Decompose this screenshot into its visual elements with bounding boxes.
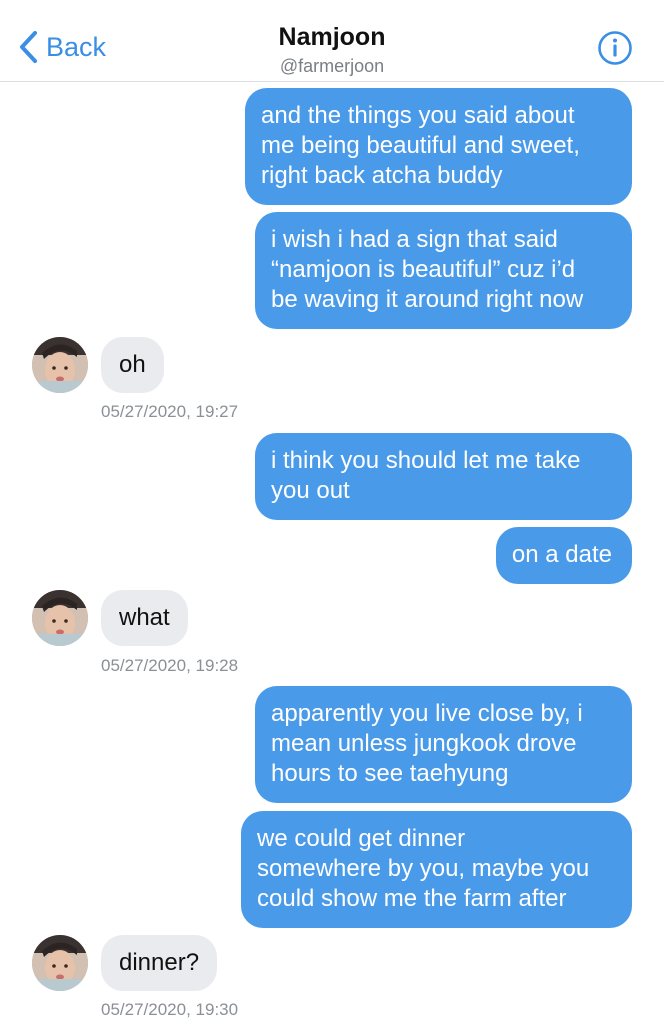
avatar-photo-icon [32, 590, 88, 646]
incoming-message[interactable]: what [101, 590, 188, 646]
message-timestamp: 05/27/2020, 19:27 [101, 402, 239, 421]
outgoing-message[interactable]: we could get dinner somewhere by you, ma… [241, 811, 632, 928]
outgoing-message[interactable]: on a date [495, 527, 632, 584]
message-timestamp: 05/27/2020, 19:30 [101, 1000, 239, 1019]
message-timestamp: 05/27/2020, 19:28 [101, 656, 239, 675]
contact-name: Namjoon [278, 23, 386, 51]
outgoing-message[interactable]: and the things you said about me being b… [245, 88, 632, 205]
outgoing-message[interactable]: apparently you live close by, i mean unl… [255, 686, 632, 803]
incoming-message[interactable]: oh [101, 337, 164, 393]
message-list[interactable]: and the things you said about me being b… [0, 82, 664, 1024]
avatar-photo-icon [32, 935, 88, 991]
conversation-title-block[interactable]: Namjoon @farmerjoon [0, 22, 664, 78]
avatar-photo-icon [32, 337, 88, 393]
incoming-message[interactable]: dinner? [101, 935, 218, 991]
contact-handle: @farmerjoon [279, 56, 385, 76]
info-icon[interactable] [597, 30, 633, 66]
outgoing-message[interactable]: i think you should let me take you out [255, 433, 632, 520]
contact-avatar[interactable] [32, 590, 88, 646]
outgoing-message[interactable]: i wish i had a sign that said “namjoon i… [255, 212, 632, 329]
conversation-header: Back Namjoon @farmerjoon [0, 0, 664, 82]
contact-avatar[interactable] [32, 337, 88, 393]
contact-avatar[interactable] [32, 935, 88, 991]
dm-conversation-screen: Back Namjoon @farmerjoon and the things … [0, 0, 664, 1024]
